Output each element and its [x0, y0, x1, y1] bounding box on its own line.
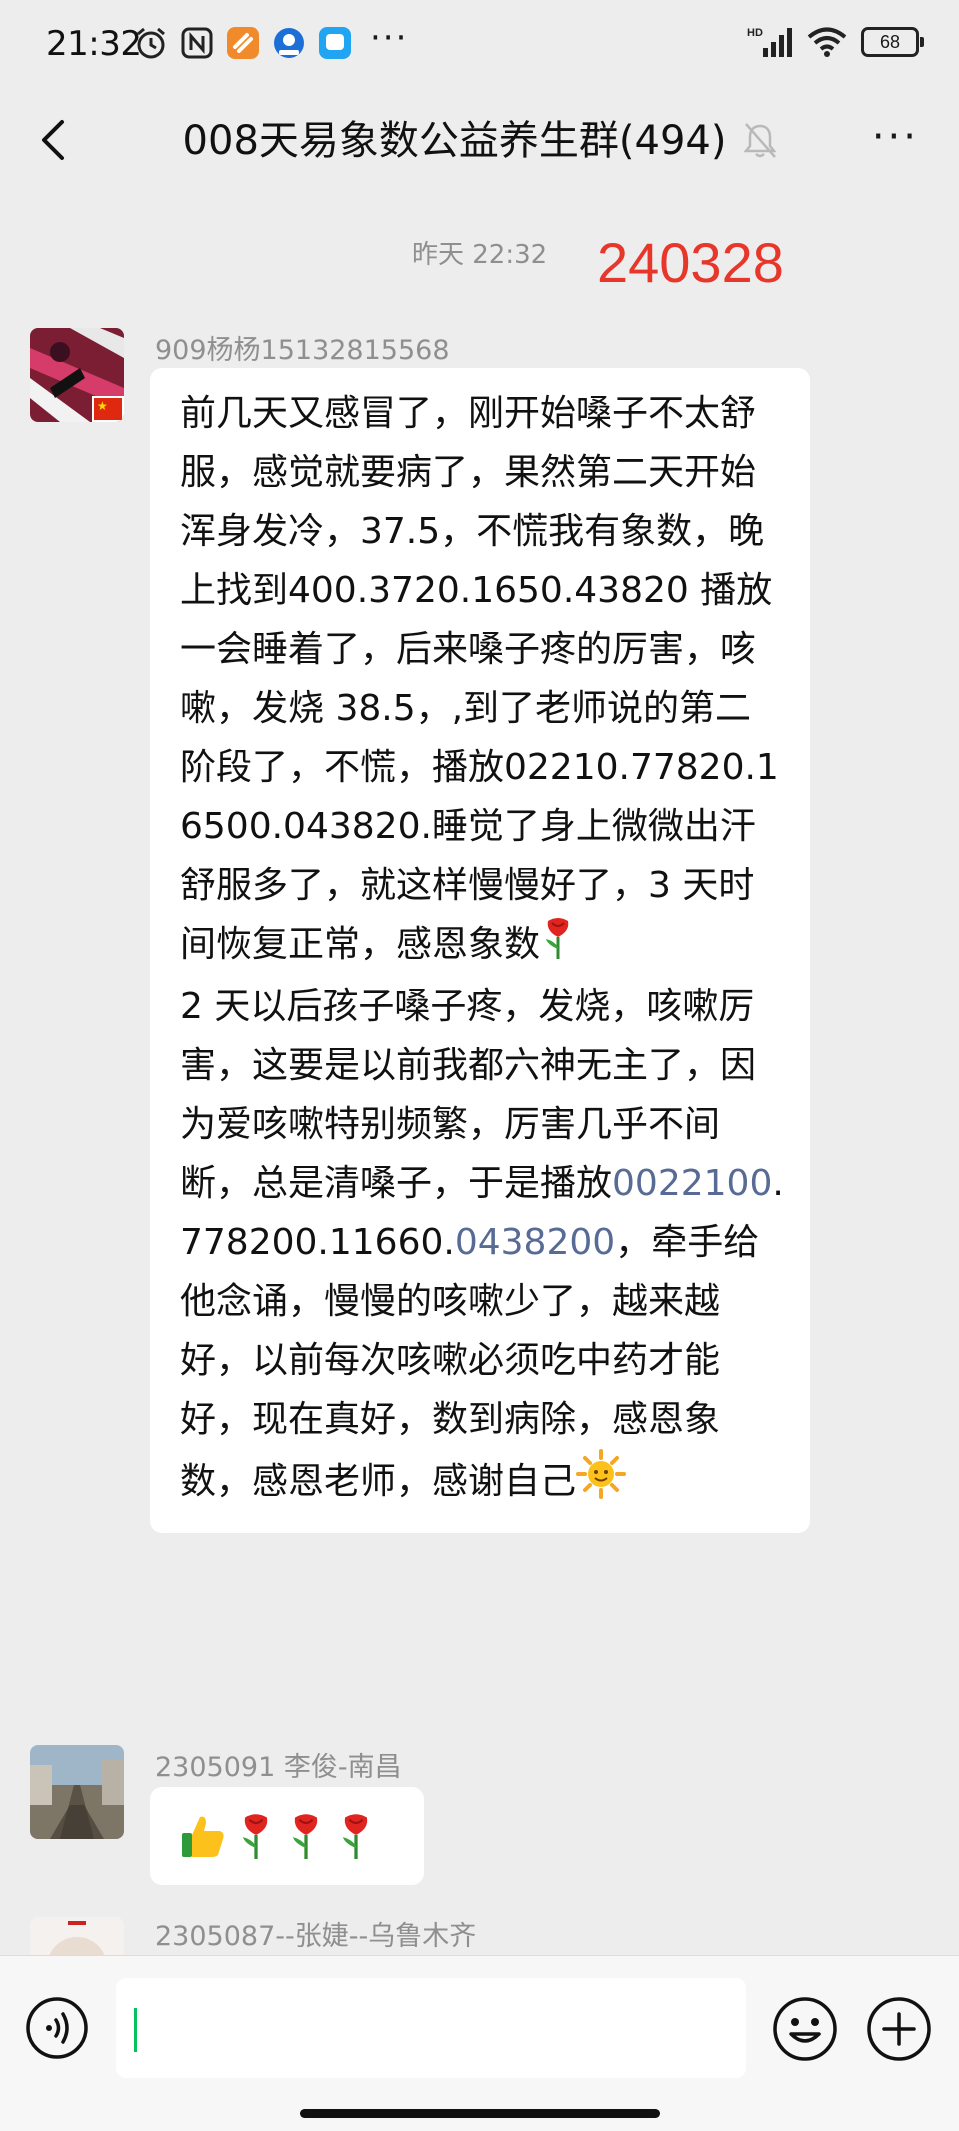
- text-caret: [134, 2008, 137, 2052]
- alarm-icon: [137, 27, 165, 59]
- rose-emoji-icon: [540, 915, 576, 977]
- avatar-image: [30, 1745, 124, 1839]
- emoji-picker-icon[interactable]: [772, 1996, 838, 2062]
- more-options-icon[interactable]: ···: [872, 114, 919, 160]
- muted-bell-icon: [743, 123, 777, 158]
- nav-bar: 008天易象数公益养生群(494) ···: [0, 90, 959, 190]
- message-segment: ，牵手给他念诵，慢慢的咳嗽少了，越来越好，以前每次咳嗽必须吃中药才能好，现在真好…: [180, 1222, 760, 1502]
- sender-name: 2305091 李俊-南昌: [155, 1752, 402, 1783]
- rose-emoji-icon: [242, 1814, 268, 1859]
- svg-text:HD: HD: [747, 27, 763, 39]
- number-link[interactable]: 0022100: [612, 1163, 772, 1204]
- date-annotation: 240328: [597, 231, 784, 294]
- input-bar: [0, 1955, 959, 2131]
- status-time: 21:32: [46, 24, 142, 64]
- nfc-icon: [181, 27, 213, 59]
- china-flag-icon: [92, 396, 124, 422]
- avatar[interactable]: [30, 1745, 124, 1839]
- avatar-image: [30, 1917, 124, 1955]
- chat-title: 008天易象数公益养生群(494): [182, 118, 727, 164]
- emoji-row: [150, 1787, 424, 1859]
- voice-input-icon[interactable]: [25, 1996, 89, 2060]
- more-notifications-icon: ···: [370, 18, 409, 58]
- home-indicator[interactable]: [300, 2109, 660, 2118]
- rose-emoji-icon: [342, 1814, 368, 1859]
- status-bar: 21:32 ··· HD 68: [0, 0, 959, 90]
- message-input[interactable]: [116, 1978, 746, 2078]
- thumbs-up-emoji-icon: [182, 1816, 224, 1857]
- message-list[interactable]: 昨天 22:32 240328 909杨杨15132815568 前几天又感冒了…: [0, 190, 959, 1955]
- message-bubble[interactable]: [150, 1787, 424, 1885]
- battery-icon: 68: [861, 27, 924, 57]
- status-right: HD 68: [747, 26, 924, 58]
- message-segment: 前几天又感冒了，刚开始嗓子不太舒服，感觉就要病了，果然第二天开始浑身发冷，37.…: [180, 393, 779, 965]
- number-link[interactable]: 0438200: [455, 1222, 615, 1263]
- battery-level: 68: [879, 31, 901, 52]
- wifi-icon: [807, 27, 847, 57]
- message-bubble[interactable]: 前几天又感冒了，刚开始嗓子不太舒服，感觉就要病了，果然第二天开始浑身发冷，37.…: [150, 368, 810, 1533]
- add-attachment-icon[interactable]: [866, 1996, 932, 2062]
- sender-name: 2305087--张婕--乌鲁木齐: [155, 1921, 477, 1952]
- app-notification-icon-3: [319, 27, 351, 59]
- sender-name: 909杨杨15132815568: [155, 335, 450, 366]
- avatar[interactable]: [30, 1917, 124, 1955]
- app-notification-icon-2: [274, 28, 304, 58]
- rose-emoji-icon: [292, 1814, 318, 1859]
- message-timestamp: 昨天 22:32: [412, 240, 548, 270]
- sun-emoji-icon: [576, 1449, 627, 1517]
- signal-icon: HD: [747, 27, 792, 57]
- app-notification-icon: [227, 27, 259, 59]
- message-text: 前几天又感冒了，刚开始嗓子不太舒服，感觉就要病了，果然第二天开始浑身发冷，37.…: [150, 368, 810, 1533]
- avatar[interactable]: [30, 328, 124, 422]
